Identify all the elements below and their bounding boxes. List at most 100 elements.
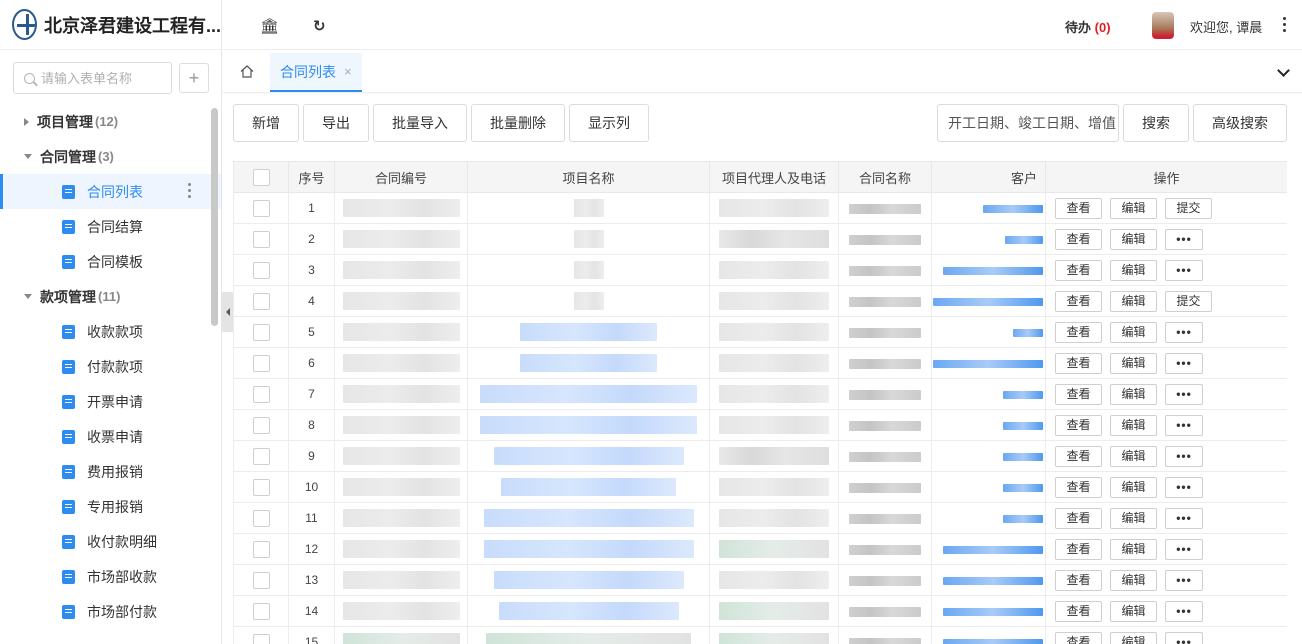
redacted-customer-link[interactable]: [943, 266, 1043, 275]
redacted-customer-link[interactable]: [933, 297, 1043, 306]
export-button[interactable]: 导出: [303, 104, 369, 142]
customer-cell[interactable]: [931, 595, 1046, 627]
quick-search-box[interactable]: [937, 104, 1119, 142]
row-checkbox[interactable]: [252, 602, 270, 620]
table-row[interactable]: 2 查看 编辑 •••: [233, 223, 1287, 255]
customer-cell[interactable]: [931, 564, 1046, 596]
sidebar-item[interactable]: 开票申请: [0, 384, 221, 419]
edit-button[interactable]: 编辑: [1110, 383, 1157, 405]
table-row[interactable]: 8 查看 编辑 •••: [233, 409, 1287, 441]
column-header[interactable]: 客户: [931, 161, 1046, 193]
view-button[interactable]: 查看: [1055, 259, 1102, 281]
edit-button[interactable]: 编辑: [1110, 352, 1157, 374]
edit-button[interactable]: 编辑: [1110, 414, 1157, 436]
sidebar-item-contract-list[interactable]: 合同列表: [0, 174, 221, 209]
view-button[interactable]: 查看: [1055, 197, 1102, 219]
customer-cell[interactable]: [931, 285, 1046, 317]
redacted-customer-link[interactable]: [1003, 514, 1043, 523]
redacted-customer-link[interactable]: [943, 638, 1043, 644]
more-actions-button[interactable]: •••: [1165, 414, 1203, 436]
customer-cell[interactable]: [931, 409, 1046, 441]
row-checkbox[interactable]: [252, 540, 270, 558]
column-header[interactable]: 项目代理人及电话: [709, 161, 839, 193]
row-checkbox[interactable]: [252, 354, 270, 372]
customer-cell[interactable]: [931, 440, 1046, 472]
row-checkbox[interactable]: [252, 323, 270, 341]
advanced-search-button[interactable]: 高级搜索: [1193, 104, 1287, 142]
customer-cell[interactable]: [931, 471, 1046, 503]
edit-button[interactable]: 编辑: [1110, 631, 1157, 644]
redacted-customer-link[interactable]: [933, 359, 1043, 368]
row-checkbox[interactable]: [252, 478, 270, 496]
redacted-customer-link[interactable]: [983, 204, 1043, 213]
tab-contract-list[interactable]: 合同列表 ×: [270, 53, 362, 92]
sidebar-item[interactable]: 市场部收款: [0, 559, 221, 594]
table-row[interactable]: 4 查看 编辑 提交: [233, 285, 1287, 317]
edit-button[interactable]: 编辑: [1110, 600, 1157, 622]
row-checkbox[interactable]: [252, 633, 270, 644]
sidebar-item[interactable]: 收款款项: [0, 314, 221, 349]
sidebar-item[interactable]: 专用报销: [0, 489, 221, 524]
table-row[interactable]: 9 查看 编辑 •••: [233, 440, 1287, 472]
column-header[interactable]: 合同编号: [334, 161, 468, 193]
refresh-icon[interactable]: ↻: [313, 17, 326, 35]
more-actions-button[interactable]: •••: [1165, 600, 1203, 622]
submit-button[interactable]: 提交: [1165, 197, 1212, 219]
customer-cell[interactable]: [931, 316, 1046, 348]
avatar[interactable]: [1152, 12, 1174, 39]
table-row[interactable]: 3 查看 编辑 •••: [233, 254, 1287, 286]
view-button[interactable]: 查看: [1055, 538, 1102, 560]
edit-button[interactable]: 编辑: [1110, 228, 1157, 250]
view-button[interactable]: 查看: [1055, 600, 1102, 622]
table-row[interactable]: 11 查看 编辑 •••: [233, 502, 1287, 534]
column-header[interactable]: 序号: [288, 161, 335, 193]
view-button[interactable]: 查看: [1055, 290, 1102, 312]
sidebar-group-project[interactable]: 项目管理 (12): [0, 104, 221, 139]
sidebar-item[interactable]: 费用报销: [0, 454, 221, 489]
submit-button[interactable]: 提交: [1165, 290, 1212, 312]
redacted-customer-link[interactable]: [1003, 390, 1043, 399]
home-icon[interactable]: [240, 65, 254, 78]
edit-button[interactable]: 编辑: [1110, 476, 1157, 498]
more-actions-button[interactable]: •••: [1165, 352, 1203, 374]
edit-button[interactable]: 编辑: [1110, 321, 1157, 343]
add-button[interactable]: 新增: [233, 104, 299, 142]
view-button[interactable]: 查看: [1055, 631, 1102, 644]
table-row[interactable]: 14 查看 编辑 •••: [233, 595, 1287, 627]
view-button[interactable]: 查看: [1055, 445, 1102, 467]
more-vertical-icon[interactable]: [188, 183, 191, 198]
table-row[interactable]: 10 查看 编辑 •••: [233, 471, 1287, 503]
edit-button[interactable]: 编辑: [1110, 538, 1157, 560]
table-row[interactable]: 13 查看 编辑 •••: [233, 564, 1287, 596]
more-actions-button[interactable]: •••: [1165, 321, 1203, 343]
table-row[interactable]: 1 查看 编辑 提交: [233, 192, 1287, 224]
view-button[interactable]: 查看: [1055, 414, 1102, 436]
view-button[interactable]: 查看: [1055, 507, 1102, 529]
edit-button[interactable]: 编辑: [1110, 445, 1157, 467]
column-header[interactable]: 项目名称: [467, 161, 710, 193]
sidebar-group-contract[interactable]: 合同管理 (3): [0, 139, 221, 174]
redacted-customer-link[interactable]: [943, 607, 1043, 616]
customer-cell[interactable]: [931, 254, 1046, 286]
sidebar-item-contract-settlement[interactable]: 合同结算: [0, 209, 221, 244]
view-button[interactable]: 查看: [1055, 569, 1102, 591]
form-search-input[interactable]: [41, 70, 161, 86]
batch-delete-button[interactable]: 批量删除: [471, 104, 565, 142]
bank-icon[interactable]: 🏛: [260, 17, 279, 35]
chevron-down-icon[interactable]: [1277, 64, 1290, 77]
more-vertical-icon[interactable]: [1283, 17, 1286, 32]
more-actions-button[interactable]: •••: [1165, 631, 1203, 644]
view-button[interactable]: 查看: [1055, 352, 1102, 374]
edit-button[interactable]: 编辑: [1110, 197, 1157, 219]
column-header[interactable]: 合同名称: [838, 161, 932, 193]
redacted-customer-link[interactable]: [1005, 235, 1043, 244]
batch-import-button[interactable]: 批量导入: [373, 104, 467, 142]
table-row[interactable]: 15 查看 编辑 •••: [233, 626, 1287, 644]
row-checkbox[interactable]: [252, 199, 270, 217]
more-actions-button[interactable]: •••: [1165, 507, 1203, 529]
form-search-box[interactable]: [13, 62, 172, 94]
more-actions-button[interactable]: •••: [1165, 228, 1203, 250]
redacted-customer-link[interactable]: [1003, 452, 1043, 461]
row-checkbox[interactable]: [252, 571, 270, 589]
more-actions-button[interactable]: •••: [1165, 383, 1203, 405]
